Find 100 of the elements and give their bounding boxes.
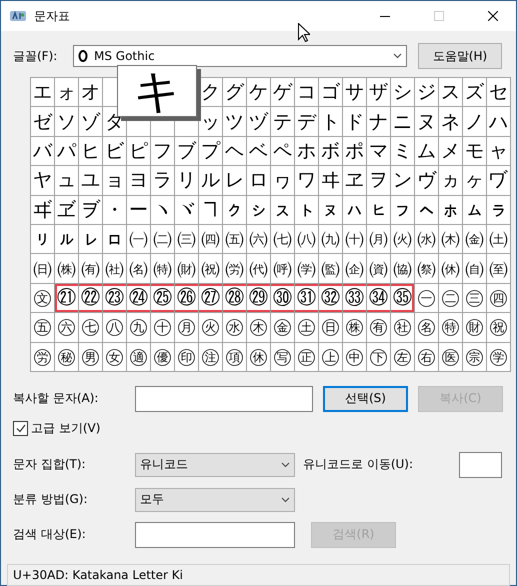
character-cell[interactable]: ㊝ <box>151 342 175 372</box>
character-cell[interactable]: レ <box>223 166 247 196</box>
character-cell[interactable]: ㈬ <box>415 224 439 254</box>
character-cell[interactable]: ㊥ <box>343 342 367 372</box>
charset-dropdown[interactable]: 유니코드 <box>135 452 295 477</box>
character-cell[interactable]: ヾ <box>175 196 199 225</box>
character-cell[interactable]: ㈶ <box>175 254 199 284</box>
character-cell[interactable]: ヵ <box>439 166 463 196</box>
character-cell[interactable]: ㈡ <box>151 224 175 254</box>
group-by-dropdown[interactable]: 모두 <box>135 488 295 512</box>
character-cell[interactable]: ㇻ <box>487 196 511 225</box>
character-cell[interactable]: ヤ <box>31 166 55 196</box>
character-cell[interactable]: ヘ <box>223 136 247 166</box>
character-cell[interactable]: ㈵ <box>151 254 175 284</box>
select-button[interactable]: 선택(S) <box>323 386 408 412</box>
character-cell[interactable]: ヹ <box>55 196 79 225</box>
character-cell[interactable]: ニ <box>391 107 415 137</box>
character-cell[interactable]: ツ <box>223 107 247 137</box>
character-cell[interactable]: フ <box>151 136 175 166</box>
character-cell[interactable]: ヮ <box>271 166 295 196</box>
character-cell[interactable]: ㈽ <box>343 254 367 284</box>
character-cell[interactable]: ㈣ <box>199 224 223 254</box>
character-cell[interactable]: ケ <box>247 78 271 108</box>
character-cell[interactable]: ㇰ <box>223 196 247 225</box>
character-cell[interactable]: ㇾ <box>79 224 103 254</box>
character-cell[interactable]: ㉀ <box>415 254 439 284</box>
character-cell[interactable]: ポ <box>343 136 367 166</box>
character-cell[interactable]: ㉆ <box>31 284 55 314</box>
character-cell[interactable]: ㉂ <box>463 254 487 284</box>
character-cell[interactable]: ヲ <box>367 166 391 196</box>
character-cell[interactable]: ㊣ <box>295 342 319 372</box>
character-cell[interactable]: バ <box>31 136 55 166</box>
character-cell[interactable]: サ <box>343 78 367 108</box>
character-cell[interactable]: ム <box>415 136 439 166</box>
character-cell[interactable]: ㈱ <box>55 254 79 284</box>
character-cell[interactable]: ㇳ <box>295 196 319 225</box>
character-cell[interactable]: メ <box>439 136 463 166</box>
character-cell[interactable]: ㉃ <box>487 254 511 284</box>
character-cell[interactable]: ソ <box>55 107 79 137</box>
character-cell[interactable]: ㊃ <box>487 284 511 314</box>
character-cell[interactable]: ㊙ <box>55 342 79 372</box>
character-cell[interactable]: ㉁ <box>439 254 463 284</box>
character-cell[interactable]: ヨ <box>127 166 151 196</box>
font-dropdown[interactable]: MS Gothic <box>73 45 407 67</box>
goto-unicode-field[interactable] <box>459 452 502 478</box>
character-cell[interactable]: ゼ <box>31 107 55 137</box>
character-cell[interactable]: ㇶ <box>367 196 391 225</box>
character-cell[interactable]: ホ <box>295 136 319 166</box>
character-cell[interactable]: ㊤ <box>319 342 343 372</box>
character-cell[interactable]: グ <box>223 78 247 108</box>
character-cell[interactable]: ㈼ <box>319 254 343 284</box>
character-cell[interactable]: ㊡ <box>247 342 271 372</box>
character-cell[interactable]: ㊔ <box>415 313 439 343</box>
character-cell[interactable]: ㈷ <box>199 254 223 284</box>
character-cell[interactable]: ヅ <box>247 107 271 137</box>
character-cell[interactable]: テ <box>271 107 295 137</box>
character-cell[interactable]: ㉕ <box>151 284 175 314</box>
character-cell[interactable]: ゲ <box>271 78 295 108</box>
character-cell[interactable]: ー <box>127 196 151 225</box>
character-cell[interactable]: ド <box>343 107 367 137</box>
character-cell[interactable]: ミ <box>391 136 415 166</box>
character-cell[interactable]: オ <box>79 78 103 108</box>
character-cell[interactable]: ジ <box>415 78 439 108</box>
character-cell[interactable]: ㊕ <box>439 313 463 343</box>
character-cell[interactable]: ㇴ <box>319 196 343 225</box>
character-cell[interactable]: ㇽ <box>55 224 79 254</box>
character-cell[interactable]: ㊦ <box>367 342 391 372</box>
character-cell[interactable]: ㉟ <box>391 284 415 314</box>
character-cell[interactable]: ビ <box>103 136 127 166</box>
character-cell[interactable]: ブ <box>175 136 199 166</box>
character-cell[interactable]: セ <box>487 78 511 108</box>
character-cell[interactable]: ㈢ <box>175 224 199 254</box>
character-cell[interactable]: ヽ <box>151 196 175 225</box>
character-cell[interactable]: ㉔ <box>127 284 151 314</box>
character-cell[interactable]: マ <box>367 136 391 166</box>
character-cell[interactable]: ㈿ <box>391 254 415 284</box>
character-cell[interactable]: ㊩ <box>439 342 463 372</box>
character-cell[interactable]: ッ <box>199 107 223 137</box>
character-cell[interactable]: ナ <box>367 107 391 137</box>
character-cell[interactable]: ㉜ <box>319 284 343 314</box>
character-cell[interactable]: ズ <box>463 78 487 108</box>
character-cell[interactable]: ㉖ <box>175 284 199 314</box>
character-cell[interactable]: ㊄ <box>31 313 55 343</box>
character-cell[interactable]: ㊈ <box>127 313 151 343</box>
character-cell[interactable]: ㉓ <box>103 284 127 314</box>
character-cell[interactable]: ㊞ <box>175 342 199 372</box>
character-cell[interactable]: リ <box>175 166 199 196</box>
character-cell[interactable]: ピ <box>127 136 151 166</box>
character-cell[interactable]: ャ <box>487 136 511 166</box>
character-cell[interactable]: ス <box>439 78 463 108</box>
character-cell[interactable]: ㊋ <box>199 313 223 343</box>
character-cell[interactable]: ㈰ <box>31 254 55 284</box>
character-cell[interactable]: ㊓ <box>391 313 415 343</box>
character-cell[interactable]: ㇲ <box>271 196 295 225</box>
character-cell[interactable]: ヴ <box>415 166 439 196</box>
character-cell[interactable]: ヶ <box>463 166 487 196</box>
character-cell[interactable]: ネ <box>439 107 463 137</box>
character-cell[interactable]: モ <box>463 136 487 166</box>
character-cell[interactable]: エ <box>31 78 55 108</box>
character-cell[interactable]: ㊍ <box>247 313 271 343</box>
